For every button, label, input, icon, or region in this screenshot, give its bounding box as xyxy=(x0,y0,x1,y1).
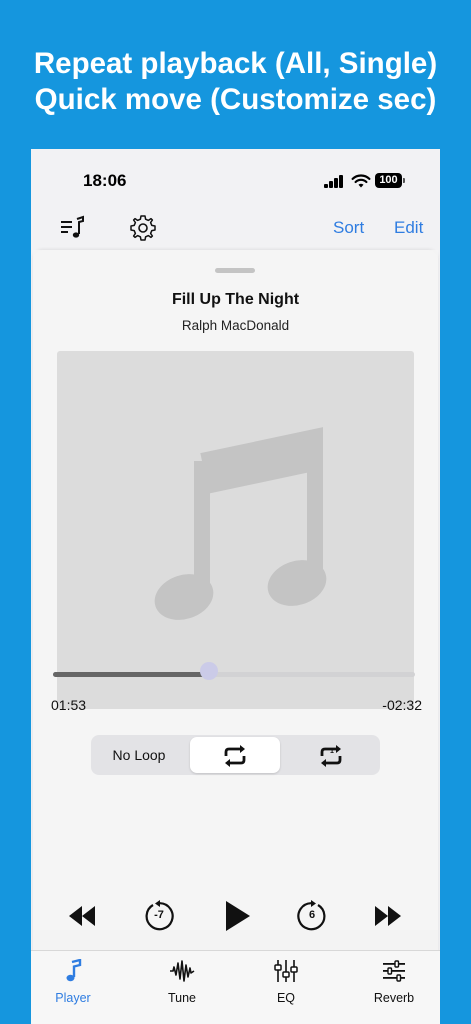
next-track-icon[interactable] xyxy=(374,905,402,927)
skip-back-button[interactable]: -7 xyxy=(143,900,175,932)
loop-mode-segmented-control: No Loop 1 xyxy=(91,735,380,775)
tab-tune[interactable]: Tune xyxy=(142,959,222,1005)
tab-tune-label: Tune xyxy=(167,991,197,1005)
playlist-icon[interactable] xyxy=(59,215,85,241)
sliders-icon xyxy=(383,960,405,982)
skip-forward-button[interactable]: 6 xyxy=(296,900,328,932)
waveform-icon xyxy=(170,960,195,982)
promo-line-1: Repeat playback (All, Single) xyxy=(33,47,438,80)
promo-line-2: Quick move (Customize sec) xyxy=(34,83,437,116)
remaining-time: -02:32 xyxy=(382,697,422,713)
music-note-icon xyxy=(66,958,82,982)
progress-thumb[interactable] xyxy=(199,662,218,680)
battery-indicator: 100 xyxy=(375,173,405,188)
loop-single-icon: 1 xyxy=(320,745,342,768)
tab-reverb-label: Reverb xyxy=(373,991,415,1005)
previous-track-icon[interactable] xyxy=(68,905,96,927)
tab-player[interactable]: Player xyxy=(33,958,113,1005)
svg-text:1: 1 xyxy=(330,748,334,755)
wifi-icon xyxy=(351,174,371,188)
loop-single-option[interactable]: 1 xyxy=(284,735,380,775)
music-note-icon xyxy=(154,427,327,620)
no-loop-option[interactable]: No Loop xyxy=(91,735,187,775)
song-artist: Ralph MacDonald xyxy=(181,318,290,333)
progress-fill xyxy=(53,672,209,677)
settings-gear-icon[interactable] xyxy=(128,213,158,243)
skip-forward-seconds: 6 xyxy=(308,909,316,921)
song-title: Fill Up The Night xyxy=(171,291,300,308)
sort-button[interactable]: Sort xyxy=(333,218,364,238)
tab-eq-label: EQ xyxy=(276,991,296,1005)
tab-player-label: Player xyxy=(55,991,91,1005)
phone-screen: 18:06 100 Sort Edit BABY MAYBEIce05:32Be… xyxy=(31,149,440,1024)
tab-reverb[interactable]: Reverb xyxy=(354,959,434,1005)
tab-bar: Player Tune EQ Reverb xyxy=(31,950,440,1024)
sheet-grabber[interactable] xyxy=(215,268,255,273)
equalizer-icon xyxy=(274,960,298,982)
skip-back-seconds: -7 xyxy=(154,909,164,921)
elapsed-time: 01:53 xyxy=(51,697,87,713)
status-time: 18:06 xyxy=(83,171,127,190)
progress-slider[interactable] xyxy=(53,672,415,677)
play-icon[interactable] xyxy=(224,900,252,932)
cellular-signal-icon xyxy=(324,175,346,188)
loop-all-option[interactable] xyxy=(190,737,280,773)
promo-headline: Repeat playback (All, Single) Quick move… xyxy=(0,46,471,118)
tab-eq[interactable]: EQ xyxy=(246,959,326,1005)
edit-button[interactable]: Edit xyxy=(394,218,423,238)
loop-all-icon xyxy=(224,745,246,768)
album-artwork xyxy=(57,351,414,709)
